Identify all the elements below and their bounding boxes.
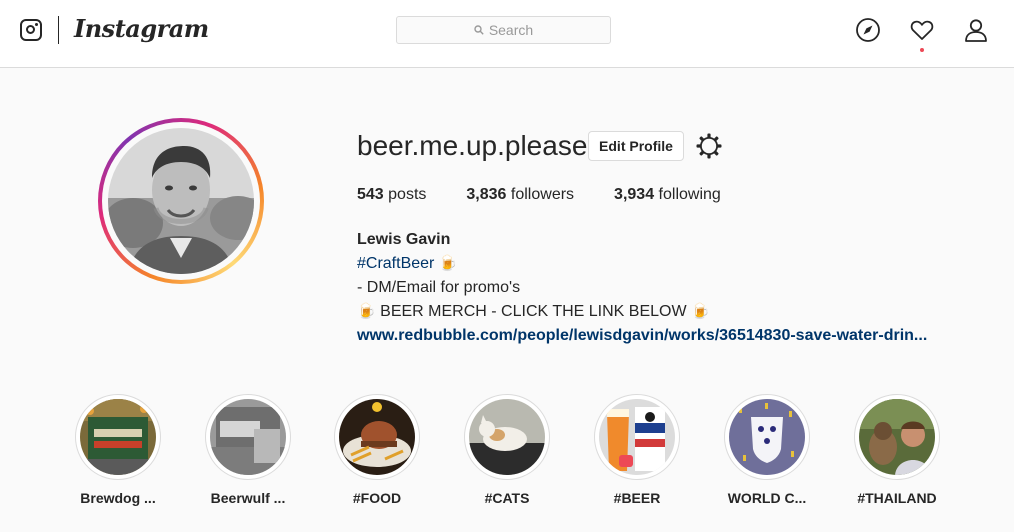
highlight-label: #CATS [484,490,530,506]
highlight-thailand[interactable]: #THAILAND [842,394,952,506]
highlight-label: #THAILAND [857,490,937,506]
highlight-label: #FOOD [352,490,402,506]
highlight-cover [469,399,545,475]
highlight-label: Brewdog ... [80,490,156,506]
edit-profile-button[interactable]: Edit Profile [588,131,684,161]
highlight-beerwulf[interactable]: Beerwulf ... [193,394,303,506]
followers-stat[interactable]: 3,836 followers [466,186,574,204]
beer-mug-emoji: 🍺 [357,303,376,320]
hashtag-link[interactable]: #CraftBeer [357,255,434,272]
avatar-border [102,122,260,280]
highlight-cover [210,399,286,475]
highlight-brewdog[interactable]: Brewdog ... [63,394,173,506]
following-count: 3,934 [614,186,655,203]
website-link[interactable]: www.redbubble.com/people/lewisdgavin/wor… [357,324,927,348]
highlight-cats[interactable]: #CATS [452,394,562,506]
heart-icon[interactable] [909,17,935,43]
highlight-label: #BEER [613,490,661,506]
notification-dot [920,48,924,52]
avatar-photo [108,128,254,274]
search-placeholder: Search [488,22,534,38]
highlight-label: Beerwulf ... [210,490,286,506]
beer-mug-emoji: 🍺 [691,303,710,320]
profile-username: beer.me.up.please [357,130,588,161]
followers-count: 3,836 [466,186,507,203]
instagram-wordmark[interactable]: Instagram [74,14,209,43]
highlight-ring [464,394,550,480]
person-icon[interactable] [963,17,989,43]
profile-avatar[interactable] [108,128,254,274]
highlight-ring [854,394,940,480]
highlight-ring [205,394,291,480]
compass-icon[interactable] [855,17,881,43]
bio-line-merch: 🍺 BEER MERCH - CLICK THE LINK BELOW 🍺 [357,300,927,324]
profile-stats: 543 posts 3,836 followers 3,934 followin… [357,186,761,204]
logo-divider [58,16,59,44]
profile-bio: Lewis Gavin #CraftBeer 🍺 - DM/Email for … [357,228,927,348]
followers-label: followers [510,186,575,203]
highlight-ring [594,394,680,480]
posts-count: 543 [357,186,384,203]
posts-stat: 543 posts [357,186,426,204]
highlight-cover [339,399,415,475]
search-input[interactable]: Search [396,16,611,44]
highlight-cover [80,399,156,475]
posts-label: posts [388,186,427,203]
highlight-beer[interactable]: #BEER [582,394,692,506]
highlight-ring [75,394,161,480]
highlight-food[interactable]: #FOOD [322,394,432,506]
highlight-cover [599,399,675,475]
highlight-label: WORLD C... [727,490,807,506]
highlight-ring [724,394,810,480]
instagram-camera-icon[interactable] [20,19,42,41]
following-label: following [658,186,721,203]
search-icon [474,25,484,35]
merch-text: BEER MERCH - CLICK THE LINK BELOW [380,303,687,320]
bio-line-contact: - DM/Email for promo's [357,279,521,296]
highlight-cover [859,399,935,475]
highlight-cover [729,399,805,475]
gear-icon[interactable] [696,133,722,159]
top-navigation: Instagram Search [0,0,1014,68]
bio-line-hashtag: #CraftBeer 🍺 [357,252,927,276]
following-stat[interactable]: 3,934 following [614,186,721,204]
highlight-ring [334,394,420,480]
profile-full-name: Lewis Gavin [357,231,451,248]
beer-mug-emoji: 🍺 [438,255,458,272]
highlight-world-cup[interactable]: WORLD C... [712,394,822,506]
profile-avatar-ring[interactable] [98,118,264,284]
